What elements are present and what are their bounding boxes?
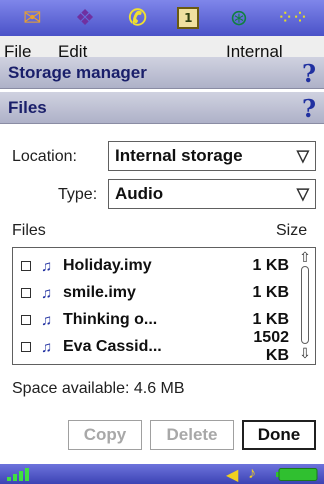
speaker-icon[interactable]: ◀ bbox=[226, 465, 238, 484]
location-label: Location: bbox=[12, 148, 77, 165]
menu-file[interactable]: File bbox=[4, 42, 31, 58]
type-value: Audio bbox=[115, 184, 164, 203]
calendar-icon[interactable]: 1 bbox=[177, 7, 200, 29]
app-launcher-bar: ✉ ❖ ✆ 1 ⊛ ⁘⁘ bbox=[0, 0, 324, 36]
more-apps-icon[interactable]: ⁘⁘ bbox=[277, 5, 309, 31]
list-item[interactable]: ♫ Holiday.imy 1 KB bbox=[13, 253, 293, 279]
checkbox[interactable] bbox=[21, 288, 31, 298]
files-titlebar: Files ? bbox=[0, 92, 324, 124]
checkbox[interactable] bbox=[21, 261, 31, 271]
file-list: ♫ Holiday.imy 1 KB ♫ smile.imy 1 KB ♫ Th… bbox=[12, 247, 316, 365]
space-available-text: Space available: 4.6 MB bbox=[12, 380, 185, 397]
file-size: 1 KB bbox=[252, 284, 289, 301]
messaging-icon[interactable]: ✉ bbox=[19, 5, 45, 31]
file-size: 1 KB bbox=[252, 311, 289, 328]
scroll-down-icon[interactable]: ⇩ bbox=[297, 346, 313, 360]
menu-strip: File Edit Internal bbox=[0, 36, 324, 58]
music-note-icon: ♫ bbox=[41, 338, 53, 356]
file-name: Eva Cassid... bbox=[63, 338, 162, 355]
scroll-up-icon[interactable]: ⇧ bbox=[297, 250, 313, 264]
signal-strength-icon bbox=[7, 468, 29, 481]
music-note-icon: ♫ bbox=[41, 311, 53, 329]
copy-button[interactable]: Copy bbox=[68, 420, 142, 450]
help-icon[interactable]: ? bbox=[302, 94, 316, 123]
type-label: Type: bbox=[58, 186, 98, 203]
window-title: Storage manager bbox=[8, 62, 147, 82]
battery-icon bbox=[276, 468, 318, 481]
file-name: smile.imy bbox=[63, 284, 136, 301]
file-size: 1502 KB bbox=[253, 329, 289, 364]
list-item[interactable]: ♫ Eva Cassid... 1502 KB bbox=[13, 329, 293, 364]
music-note-icon: ♫ bbox=[41, 257, 53, 275]
checkbox[interactable] bbox=[21, 315, 31, 325]
dialog-title: Files bbox=[8, 97, 47, 117]
web-icon[interactable]: ⊛ bbox=[226, 5, 252, 31]
file-name: Thinking o... bbox=[63, 311, 158, 328]
chevron-down-icon: ▽ bbox=[296, 148, 309, 165]
delete-button[interactable]: Delete bbox=[150, 420, 234, 450]
location-dropdown[interactable]: Internal storage ▽ bbox=[108, 141, 316, 171]
menu-location[interactable]: Internal bbox=[226, 42, 283, 58]
help-icon[interactable]: ? bbox=[302, 59, 316, 88]
file-size: 1 KB bbox=[252, 257, 289, 274]
chevron-down-icon: ▽ bbox=[296, 186, 309, 203]
list-item[interactable]: ♫ smile.imy 1 KB bbox=[13, 280, 293, 306]
type-dropdown[interactable]: Audio ▽ bbox=[108, 179, 316, 209]
files-column-header: Files bbox=[12, 222, 46, 239]
planner-icon[interactable]: ❖ bbox=[72, 5, 98, 31]
storage-manager-titlebar: Storage manager ? bbox=[0, 57, 324, 89]
file-name: Holiday.imy bbox=[63, 257, 152, 274]
scroll-thumb[interactable] bbox=[301, 266, 309, 344]
phone-icon[interactable]: ✆ bbox=[125, 5, 151, 31]
done-button[interactable]: Done bbox=[242, 420, 316, 450]
location-value: Internal storage bbox=[115, 146, 243, 165]
scrollbar[interactable]: ⇧ ⇩ bbox=[297, 250, 313, 360]
status-bar: ◀ ♪ bbox=[0, 464, 324, 484]
music-note-icon: ♫ bbox=[41, 284, 53, 302]
radio-icon[interactable]: ♪ bbox=[248, 465, 256, 483]
menu-edit[interactable]: Edit bbox=[58, 42, 87, 58]
checkbox[interactable] bbox=[21, 342, 31, 352]
size-column-header: Size bbox=[276, 222, 308, 239]
